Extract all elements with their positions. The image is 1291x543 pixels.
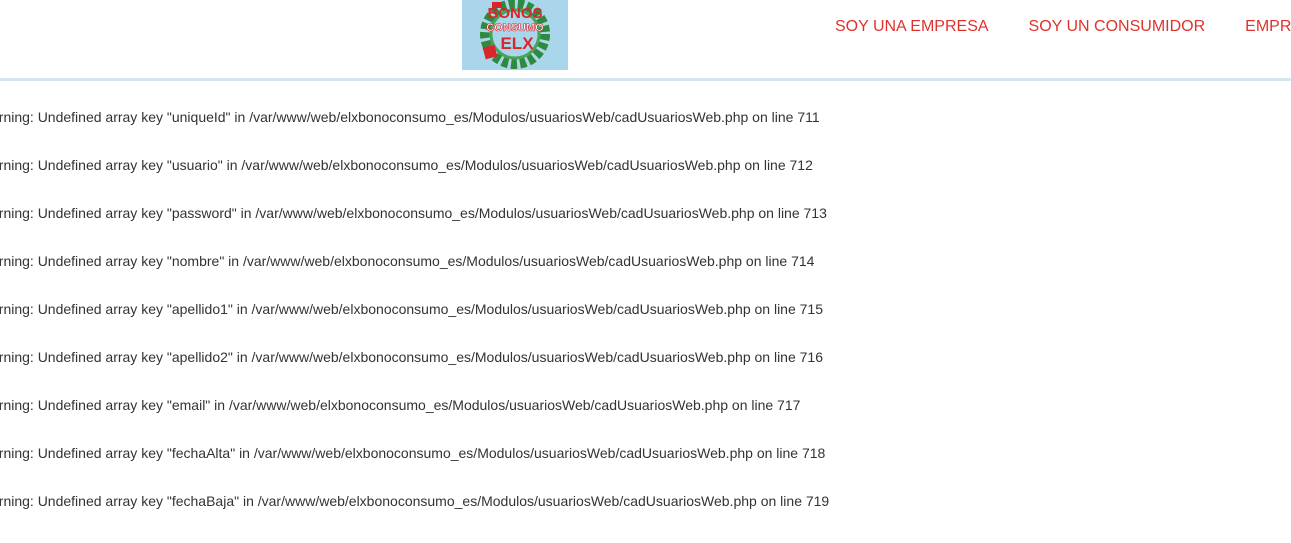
php-warning-line: arning: Undefined array key "apellido2" … xyxy=(0,349,824,365)
logo-line1: BONOS xyxy=(487,5,542,22)
php-warning-line: arning: Undefined array key "password" i… xyxy=(0,205,827,221)
nav-empresas[interactable]: EMPR xyxy=(1245,17,1291,37)
site-header: BONOS CONSUMO ELX SOY UNA EMPRESA SOY UN… xyxy=(0,0,1291,81)
nav-soy-una-empresa[interactable]: SOY UNA EMPRESA xyxy=(835,17,989,37)
logo-line2: CONSUMO xyxy=(486,22,544,34)
php-warnings-list: arning: Undefined array key "uniqueId" i… xyxy=(0,108,1291,540)
php-warning-line: arning: Undefined array key "usuario" in… xyxy=(0,157,813,173)
bonos-consumo-elx-logo[interactable]: BONOS CONSUMO ELX xyxy=(462,0,568,70)
php-warning-line: arning: Undefined array key "nombre" in … xyxy=(0,253,815,269)
main-nav: SOY UNA EMPRESA SOY UN CONSUMIDOR EMPR xyxy=(835,17,1291,37)
php-warning-line: arning: Undefined array key "apellido1" … xyxy=(0,301,824,317)
logo-line3: ELX xyxy=(500,34,534,53)
php-warning-line: arning: Undefined array key "uniqueId" i… xyxy=(0,109,820,125)
nav-soy-un-consumidor[interactable]: SOY UN CONSUMIDOR xyxy=(1029,17,1206,37)
logo-wreath-icon: BONOS CONSUMO ELX xyxy=(480,0,550,69)
php-warning-line: arning: Undefined array key "email" in /… xyxy=(0,397,801,413)
php-warning-line: arning: Undefined array key "fechaAlta" … xyxy=(0,445,826,461)
php-warning-line: arning: Undefined array key "fechaBaja" … xyxy=(0,493,830,509)
